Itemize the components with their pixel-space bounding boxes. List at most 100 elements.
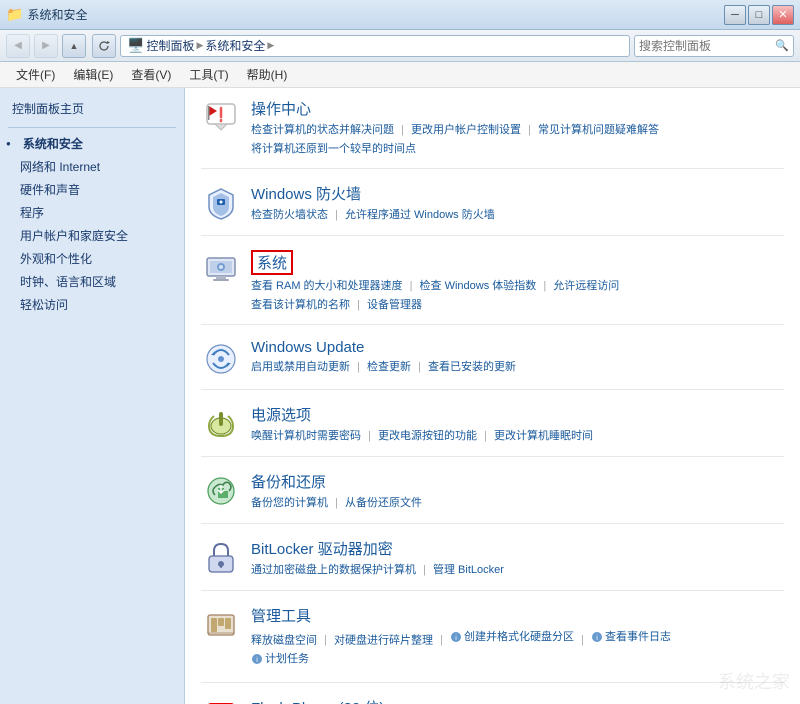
menu-tools[interactable]: 工具(T) <box>181 63 236 86</box>
power-link-1[interactable]: 唤醒计算机时需要密码 <box>251 430 361 442</box>
sidebar-item-appearance[interactable]: 外观和个性化 <box>0 247 184 270</box>
system-link-1[interactable]: 查看 RAM 的大小和处理器速度 <box>251 280 403 292</box>
firewall-link-1[interactable]: 检查防火墙状态 <box>251 209 328 221</box>
sidebar-item-hardware[interactable]: 硬件和声音 <box>0 178 184 201</box>
sidebar-item-network[interactable]: 网络和 Internet <box>0 155 184 178</box>
breadcrumb[interactable]: 🖥️ 控制面板 ▶ 系统和安全 ▶ <box>120 35 630 57</box>
back-button[interactable]: ◀ <box>6 34 30 58</box>
sidebar-item-system-security[interactable]: 系统和安全 <box>0 132 184 155</box>
admin-link-2[interactable]: 对硬盘进行碎片整理 <box>334 634 433 646</box>
sidebar-item-label: 网络和 Internet <box>20 158 100 175</box>
bitlocker-link-2[interactable]: 管理 BitLocker <box>433 564 504 576</box>
firewall-link-2[interactable]: 允许程序通过 Windows 防火墙 <box>345 209 495 221</box>
forward-button[interactable]: ▶ <box>34 34 58 58</box>
wu-link-2[interactable]: 检查更新 <box>367 361 411 373</box>
window-icon: 📁 <box>6 6 23 23</box>
menu-view[interactable]: 查看(V) <box>123 63 179 86</box>
sidebar-item-label: 硬件和声音 <box>20 181 80 198</box>
menu-bar: 文件(F) 编辑(E) 查看(V) 工具(T) 帮助(H) <box>0 62 800 88</box>
system-title[interactable]: 系统 <box>251 250 293 275</box>
action-center-link-4[interactable]: 将计算机还原到一个较早的时间点 <box>251 143 416 155</box>
admin-link-3[interactable]: 创建并格式化硬盘分区 <box>464 628 574 647</box>
bitlocker-links: 通过加密磁盘上的数据保护计算机 | 管理 BitLocker <box>251 561 784 580</box>
sidebar-item-label: 外观和个性化 <box>20 250 92 267</box>
menu-file[interactable]: 文件(F) <box>8 63 63 86</box>
wu-link-1[interactable]: 启用或禁用自动更新 <box>251 361 350 373</box>
action-center-link-3[interactable]: 常见计算机问题疑难解答 <box>538 124 659 136</box>
backup-link-1[interactable]: 备份您的计算机 <box>251 497 328 509</box>
sidebar-item-accessibility[interactable]: 轻松访问 <box>0 293 184 316</box>
close-button[interactable]: ✕ <box>772 5 794 25</box>
action-center-links: 检查计算机的状态并解决问题 | 更改用户帐户控制设置 | 常见计算机问题疑难解答… <box>251 121 784 158</box>
section-power: 电源选项 唤醒计算机时需要密码 | 更改电源按钮的功能 | 更改计算机睡眠时间 <box>201 404 784 457</box>
wu-link-3[interactable]: 查看已安装的更新 <box>428 361 516 373</box>
action-center-content: 操作中心 检查计算机的状态并解决问题 | 更改用户帐户控制设置 | 常见计算机问… <box>251 98 784 158</box>
search-input[interactable] <box>639 39 771 53</box>
section-action-center: 操作中心 检查计算机的状态并解决问题 | 更改用户帐户控制设置 | 常见计算机问… <box>201 98 784 169</box>
minimize-button[interactable]: ─ <box>724 5 746 25</box>
flash-title[interactable]: Flash Player (32 位) <box>251 697 384 704</box>
title-bar-buttons: ─ □ ✕ <box>724 5 794 25</box>
system-link-4[interactable]: 查看该计算机的名称 <box>251 299 350 311</box>
system-link-5[interactable]: 设备管理器 <box>367 299 422 311</box>
search-bar[interactable]: 🔍 <box>634 35 794 57</box>
windows-update-title[interactable]: Windows Update <box>251 339 364 356</box>
search-icon: 🔍 <box>775 39 789 52</box>
backup-icon <box>201 471 241 511</box>
action-center-icon <box>201 98 241 138</box>
section-system: 系统 查看 RAM 的大小和处理器速度 | 检查 Windows 体验指数 | … <box>201 250 784 325</box>
section-flash: Flash Player (32 位) <box>201 697 784 704</box>
power-links: 唤醒计算机时需要密码 | 更改电源按钮的功能 | 更改计算机睡眠时间 <box>251 427 784 446</box>
system-link-2[interactable]: 检查 Windows 体验指数 <box>420 280 537 292</box>
power-icon <box>201 404 241 444</box>
sidebar-main-link[interactable]: 控制面板主页 <box>0 96 184 123</box>
breadcrumb-sep2: ▶ <box>267 40 274 51</box>
admin-tools-title[interactable]: 管理工具 <box>251 605 311 626</box>
menu-edit[interactable]: 编辑(E) <box>65 63 121 86</box>
power-content: 电源选项 唤醒计算机时需要密码 | 更改电源按钮的功能 | 更改计算机睡眠时间 <box>251 404 784 446</box>
firewall-content: Windows 防火墙 检查防火墙状态 | 允许程序通过 Windows 防火墙 <box>251 183 784 225</box>
action-center-link-1[interactable]: 检查计算机的状态并解决问题 <box>251 124 394 136</box>
breadcrumb-icon: 🖥️ <box>127 37 144 54</box>
power-link-3[interactable]: 更改计算机睡眠时间 <box>494 430 593 442</box>
action-center-title[interactable]: 操作中心 <box>251 98 311 119</box>
bitlocker-title[interactable]: BitLocker 驱动器加密 <box>251 538 393 559</box>
section-bitlocker: BitLocker 驱动器加密 通过加密磁盘上的数据保护计算机 | 管理 Bit… <box>201 538 784 591</box>
maximize-button[interactable]: □ <box>748 5 770 25</box>
sidebar-item-label: 用户帐户和家庭安全 <box>20 227 128 244</box>
sidebar-item-clock[interactable]: 时钟、语言和区域 <box>0 270 184 293</box>
section-backup: 备份和还原 备份您的计算机 | 从备份还原文件 <box>201 471 784 524</box>
breadcrumb-root[interactable]: 控制面板 <box>146 37 194 54</box>
refresh-button[interactable] <box>92 34 116 58</box>
admin-tools-links: 释放磁盘空间 | 对硬盘进行碎片整理 | i 创建并格式化硬盘分区 | i 查看… <box>251 628 784 672</box>
backup-links: 备份您的计算机 | 从备份还原文件 <box>251 494 784 513</box>
menu-help[interactable]: 帮助(H) <box>239 63 296 86</box>
windows-update-content: Windows Update 启用或禁用自动更新 | 检查更新 | 查看已安装的… <box>251 339 784 377</box>
sidebar-item-programs[interactable]: 程序 <box>0 201 184 224</box>
admin-link-5[interactable]: 计划任务 <box>265 650 309 669</box>
action-center-link-2[interactable]: 更改用户帐户控制设置 <box>411 124 521 136</box>
admin-link-1[interactable]: 释放磁盘空间 <box>251 634 317 646</box>
backup-link-2[interactable]: 从备份还原文件 <box>345 497 422 509</box>
sidebar-item-label: 轻松访问 <box>20 296 68 313</box>
power-title[interactable]: 电源选项 <box>251 404 311 425</box>
backup-content: 备份和还原 备份您的计算机 | 从备份还原文件 <box>251 471 784 513</box>
flash-content: Flash Player (32 位) <box>251 697 784 704</box>
system-link-3[interactable]: 允许远程访问 <box>553 280 619 292</box>
admin-tools-icon <box>201 605 241 645</box>
section-windows-update: Windows Update 启用或禁用自动更新 | 检查更新 | 查看已安装的… <box>201 339 784 390</box>
up-button[interactable]: ▲ <box>62 34 86 58</box>
sidebar-item-users[interactable]: 用户帐户和家庭安全 <box>0 224 184 247</box>
section-firewall: Windows 防火墙 检查防火墙状态 | 允许程序通过 Windows 防火墙 <box>201 183 784 236</box>
power-link-2[interactable]: 更改电源按钮的功能 <box>378 430 477 442</box>
admin-link-4[interactable]: 查看事件日志 <box>605 628 671 647</box>
content-area: 操作中心 检查计算机的状态并解决问题 | 更改用户帐户控制设置 | 常见计算机问… <box>185 88 800 704</box>
bitlocker-link-1[interactable]: 通过加密磁盘上的数据保护计算机 <box>251 564 416 576</box>
system-links: 查看 RAM 的大小和处理器速度 | 检查 Windows 体验指数 | 允许远… <box>251 277 784 314</box>
firewall-title[interactable]: Windows 防火墙 <box>251 183 361 204</box>
breadcrumb-child[interactable]: 系统和安全 <box>205 37 265 54</box>
backup-title[interactable]: 备份和还原 <box>251 471 326 492</box>
bitlocker-content: BitLocker 驱动器加密 通过加密磁盘上的数据保护计算机 | 管理 Bit… <box>251 538 784 580</box>
title-bar-left: 📁 系统和安全 <box>6 6 87 23</box>
firewall-icon <box>201 183 241 223</box>
